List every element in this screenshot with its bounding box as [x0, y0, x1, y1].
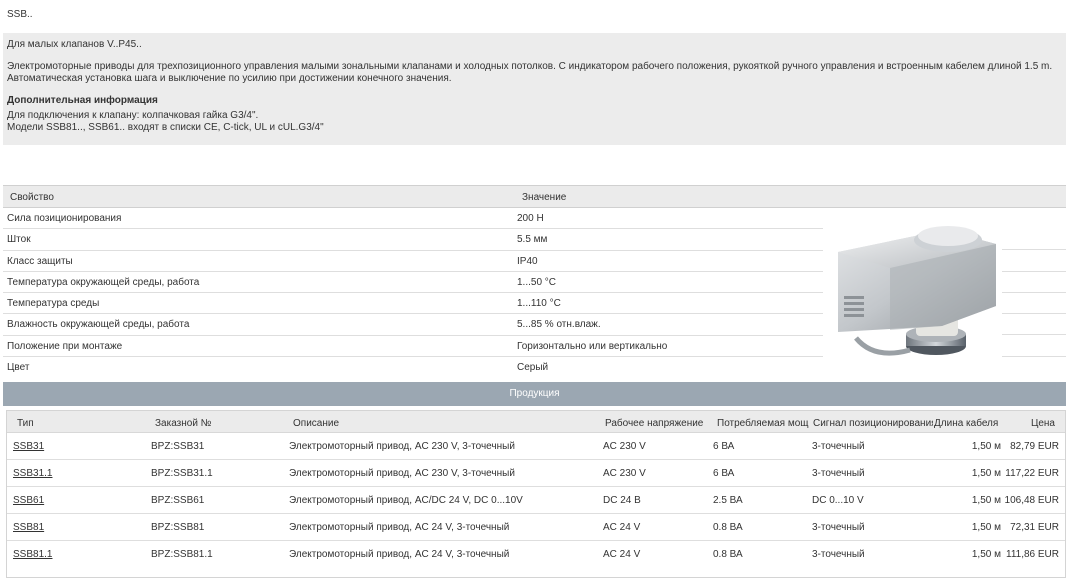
additional-info-heading: Дополнительная информация [7, 95, 158, 106]
product-type-link-text[interactable]: SSB81.1 [13, 549, 52, 560]
product-signal: 3-точечный [812, 468, 865, 479]
products-section-bar: Продукция [3, 382, 1066, 406]
property-value: 5.5 мм [517, 234, 548, 246]
property-row: Класс защиты IP40 [3, 251, 823, 272]
order-number: BPZ:SSB81.1 [151, 549, 213, 560]
order-number: BPZ:SSB31.1 [151, 468, 213, 479]
product-type-link-text[interactable]: SSB61 [13, 495, 44, 506]
product-cable-length: 1,50 м [971, 468, 1001, 479]
table-row: SSB31 BPZ:SSB31 Электромоторный привод, … [7, 433, 1065, 460]
product-cable-length: 1,50 м [971, 549, 1001, 560]
product-type-link[interactable]: SSB61 [13, 495, 143, 506]
product-description: Электромоторный привод, AC 230 V, 3-точе… [289, 468, 515, 479]
product-price: 111,86 EUR [1006, 549, 1059, 560]
product-power: 6 ВА [713, 468, 735, 479]
product-type-link-text[interactable]: SSB81 [13, 522, 44, 533]
property-value: 200 Н [517, 213, 544, 224]
product-signal: 3-точечный [812, 549, 865, 560]
property-name: Влажность окружающей среды, работа [7, 319, 190, 331]
header-type: Тип [17, 418, 34, 429]
header-price: Цена [1030, 418, 1055, 429]
product-cable-length: 1,50 м [971, 495, 1001, 506]
product-price: 82,79 EUR [1010, 441, 1059, 452]
property-name: Сила позиционирования [7, 213, 122, 224]
header-power: Потребляемая мощ [717, 418, 809, 429]
product-signal: 3-точечный [812, 441, 865, 452]
table-row: SSB31.1 BPZ:SSB31.1 Электромоторный прив… [7, 460, 1065, 487]
property-row: Температура среды 1...110 °C [3, 293, 823, 315]
order-number: BPZ:SSB81 [151, 522, 205, 533]
property-name: Температура окружающей среды, работа [7, 276, 200, 288]
property-row: Цвет Серый [3, 357, 823, 378]
header-order-number: Заказной № [155, 418, 212, 429]
product-price: 117,22 EUR [1005, 468, 1059, 479]
property-row: Влажность окружающей среды, работа 5...8… [3, 314, 823, 336]
info-subtitle: Для малых клапанов V..P45.. [7, 39, 142, 50]
product-voltage: AC 230 V [603, 441, 646, 452]
products-header: Тип Заказной № Описание Рабочее напряжен… [7, 411, 1065, 433]
property-value: 1...50 °C [517, 276, 557, 288]
product-description: Электромоторный привод, AC 24 V, 3-точеч… [289, 522, 510, 533]
table-row: SSB81 BPZ:SSB81 Электромоторный привод, … [7, 514, 1065, 541]
properties-header: Свойство Значение [3, 185, 1066, 208]
product-type-link-text[interactable]: SSB31.1 [13, 468, 52, 479]
product-power: 6 ВА [713, 441, 735, 452]
property-row: Положение при монтаже Горизонтально или … [3, 336, 823, 358]
product-type-link[interactable]: SSB81.1 [13, 549, 143, 560]
property-name: Цвет [7, 362, 30, 374]
product-description: Электромоторный привод, AC 24 V, 3-точеч… [289, 549, 510, 560]
product-voltage: AC 24 V [603, 549, 641, 560]
properties-header-value: Значение [522, 192, 567, 203]
property-value: IP40 [517, 255, 538, 267]
header-signal: Сигнал позиционирования [813, 418, 933, 429]
property-name: Температура среды [7, 298, 100, 310]
table-row: SSB61 BPZ:SSB61 Электромоторный привод, … [7, 487, 1065, 514]
property-value: 1...110 °C [517, 298, 561, 310]
header-description: Описание [293, 418, 340, 429]
additional-info-line1: Для подключения к клапану: колпачковая г… [7, 110, 259, 121]
info-description-line1: Электромоторные приводы для трехпозицион… [7, 61, 1053, 72]
product-cable-length: 1,50 м [971, 522, 1001, 533]
order-number: BPZ:SSB61 [151, 495, 205, 506]
page-title: SSB.. [7, 9, 33, 20]
product-type-link[interactable]: SSB31 [13, 441, 143, 452]
product-voltage: DC 24 В [603, 495, 641, 506]
property-row: Шток 5.5 мм [3, 229, 823, 251]
additional-info-line2: Модели SSB81.., SSB61.. входят в списки … [7, 122, 324, 133]
property-name: Шток [7, 234, 31, 246]
property-name: Положение при монтаже [7, 340, 123, 352]
product-signal: DC 0...10 V [812, 495, 864, 506]
actuator-product-image [838, 226, 996, 356]
table-row: SSB81.1 BPZ:SSB81.1 Электромоторный прив… [7, 541, 1065, 568]
properties-header-name: Свойство [10, 192, 54, 203]
property-name: Класс защиты [7, 255, 73, 267]
header-voltage: Рабочее напряжение [605, 418, 704, 429]
product-price: 106,48 EUR [1004, 495, 1059, 506]
header-cable-length: Длина кабеля [934, 418, 999, 429]
product-type-link[interactable]: SSB81 [13, 522, 143, 533]
product-signal: 3-точечный [812, 522, 865, 533]
product-voltage: AC 230 V [603, 468, 646, 479]
product-type-link-text[interactable]: SSB31 [13, 441, 44, 452]
property-value: Серый [517, 362, 549, 374]
product-description: Электромоторный привод, AC 230 V, 3-точе… [289, 441, 515, 452]
info-description-line2: Автоматическая установка шага и выключен… [7, 73, 452, 84]
product-price: 72,31 EUR [1010, 522, 1059, 533]
property-row: Сила позиционирования 200 Н [3, 208, 823, 230]
product-type-link[interactable]: SSB31.1 [13, 468, 143, 479]
property-value: Горизонтально или вертикально [517, 340, 668, 352]
product-power: 0.8 ВА [713, 522, 743, 533]
product-info-box: Для малых клапанов V..P45.. Электромотор… [3, 33, 1066, 145]
product-power: 2.5 ВА [713, 495, 743, 506]
image-row-dividers [1002, 229, 1066, 357]
product-power: 0.8 ВА [713, 549, 743, 560]
order-number: BPZ:SSB31 [151, 441, 205, 452]
products-table: Тип Заказной № Описание Рабочее напряжен… [6, 410, 1066, 578]
product-cable-length: 1,50 м [971, 441, 1001, 452]
product-description: Электромоторный привод, AC/DC 24 V, DC 0… [289, 495, 523, 506]
property-value: 5...85 % отн.влаж. [517, 319, 601, 331]
product-voltage: AC 24 V [603, 522, 641, 533]
property-row: Температура окружающей среды, работа 1..… [3, 272, 823, 294]
